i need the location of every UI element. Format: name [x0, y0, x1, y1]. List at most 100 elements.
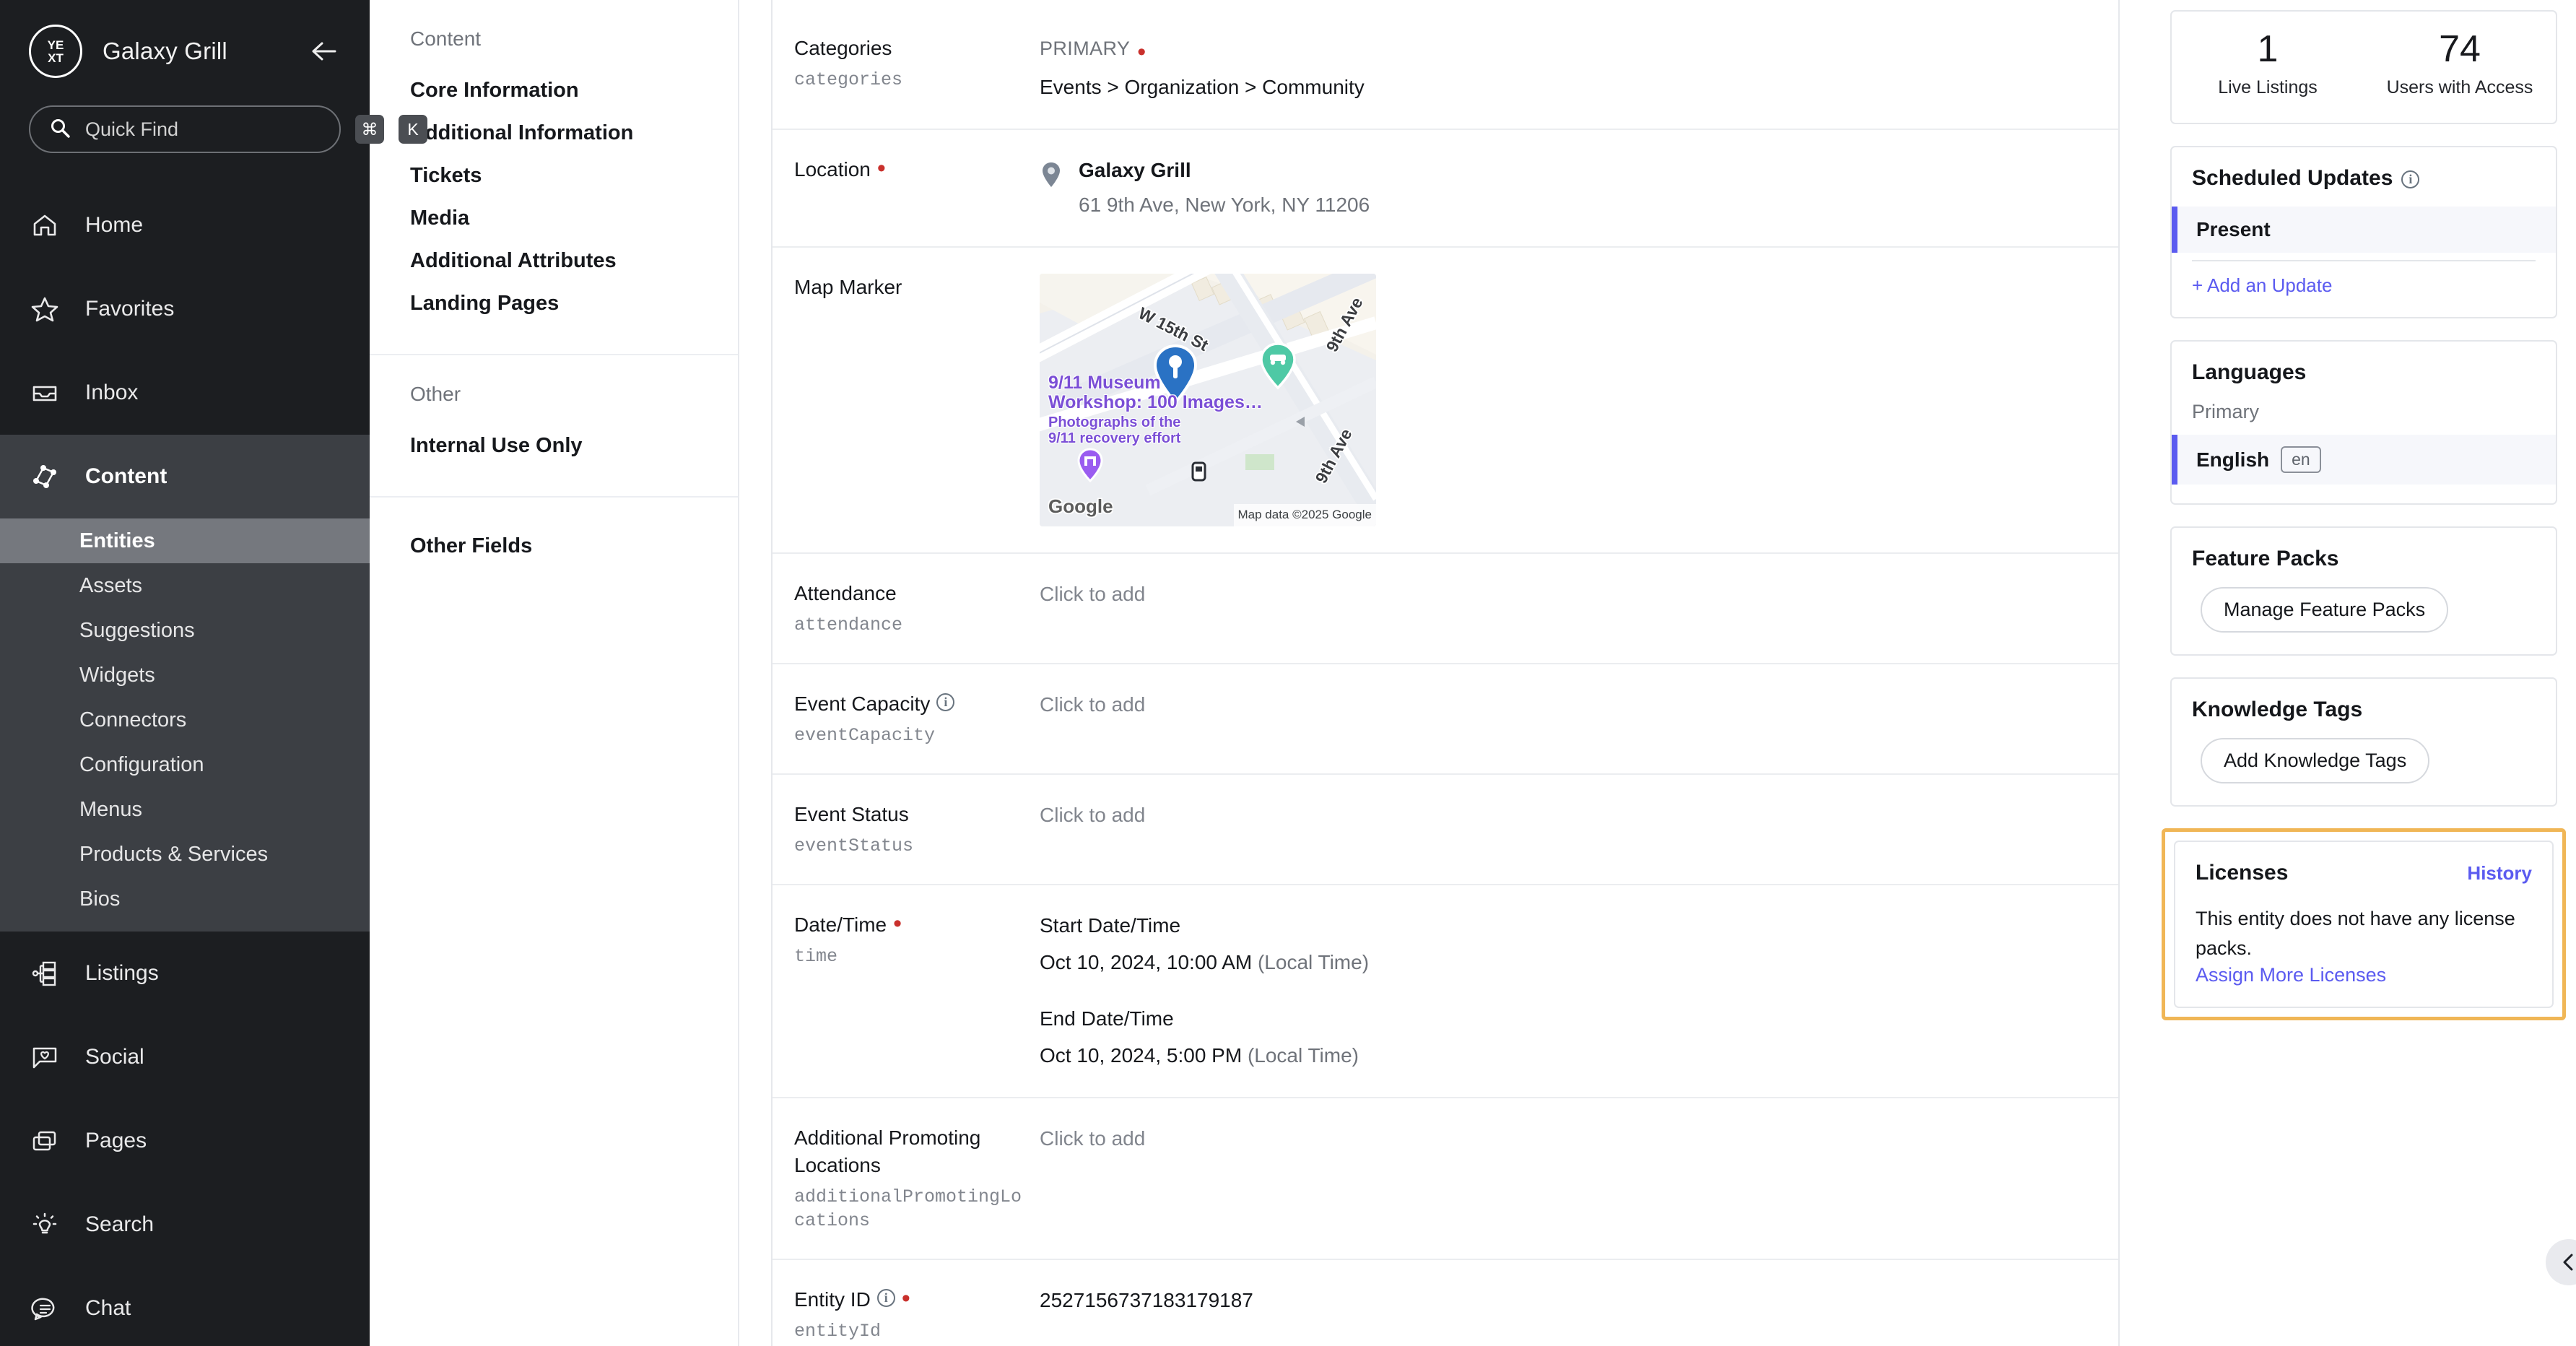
field-value-block[interactable]: 2527156737183179187: [1040, 1286, 2094, 1343]
sidebar-item-inbox[interactable]: Inbox: [0, 351, 370, 435]
sidebar-item-configuration[interactable]: Configuration: [0, 742, 370, 787]
secnav-item-landing-pages[interactable]: Landing Pages: [370, 282, 738, 325]
secnav-item-other-fields[interactable]: Other Fields: [370, 525, 738, 568]
entity-editor-main: Categories categories PRIMARY • Events >…: [739, 0, 2151, 1346]
field-label: Event Status: [794, 803, 909, 826]
assign-more-licenses-link[interactable]: Assign More Licenses: [2175, 964, 2552, 1007]
panel-title-text: Knowledge Tags: [2192, 698, 2363, 722]
required-dot: •: [893, 910, 902, 938]
panel-title: Feature Packs: [2172, 528, 2556, 587]
add-knowledge-tags-button[interactable]: Add Knowledge Tags: [2201, 738, 2430, 784]
info-icon[interactable]: i: [876, 1288, 895, 1307]
subnav-label: Menus: [79, 797, 143, 821]
core-information-card: Categories categories PRIMARY • Events >…: [771, 9, 2120, 1346]
info-icon[interactable]: i: [2401, 170, 2420, 188]
secnav-item-tickets[interactable]: Tickets: [370, 155, 738, 197]
sidebar-item-pages[interactable]: Pages: [0, 1099, 370, 1183]
arrow-left-icon[interactable]: [308, 35, 341, 68]
sidebar-item-menus[interactable]: Menus: [0, 787, 370, 832]
click-to-add[interactable]: Click to add: [1040, 1127, 1145, 1150]
svg-text:XT: XT: [48, 51, 64, 65]
sidebar-item-bios[interactable]: Bios: [0, 877, 370, 921]
quick-find[interactable]: ⌘ K: [29, 105, 427, 153]
field-value-block[interactable]: Click to add: [1040, 580, 2094, 637]
sidebar-item-label: Pages: [85, 1129, 147, 1152]
field-value-block[interactable]: Click to add: [1040, 690, 2094, 747]
field-value-block[interactable]: Click to add: [1040, 801, 2094, 858]
sidebar-item-label: Listings: [85, 961, 159, 985]
field-label-block: Event Status eventStatus: [794, 801, 1040, 858]
field-value-block[interactable]: W 15th St 9th Ave 9th Ave 9/11 Museum Wo…: [1040, 273, 2094, 526]
info-icon[interactable]: i: [936, 693, 955, 711]
licenses-empty-message: This entity does not have any license pa…: [2196, 908, 2515, 959]
field-row-categories: Categories categories PRIMARY • Events >…: [773, 9, 2118, 129]
licenses-history-link[interactable]: History: [2467, 862, 2532, 885]
sidebar-item-assets[interactable]: Assets: [0, 563, 370, 608]
sidebar-item-content[interactable]: Content: [0, 435, 370, 518]
sidebar-item-search[interactable]: Search: [0, 1183, 370, 1267]
sidebar-item-chat[interactable]: Chat: [0, 1267, 370, 1346]
manage-feature-packs-button[interactable]: Manage Feature Packs: [2201, 587, 2449, 633]
click-to-add[interactable]: Click to add: [1040, 693, 1145, 716]
categories-value[interactable]: Events > Organization > Community: [1040, 73, 2094, 103]
sidebar-item-products-services[interactable]: Products & Services: [0, 832, 370, 877]
field-value-block[interactable]: PRIMARY • Events > Organization > Commun…: [1040, 35, 2094, 103]
sidebar-item-home[interactable]: Home: [0, 183, 370, 267]
licenses-panel: Licenses History This entity does not ha…: [2174, 841, 2554, 1009]
map-preview[interactable]: W 15th St 9th Ave 9th Ave 9/11 Museum Wo…: [1040, 273, 1376, 526]
field-api-name: attendance: [794, 615, 903, 635]
field-api-name: eventStatus: [794, 835, 914, 857]
start-datetime-value[interactable]: Oct 10, 2024, 10:00 AM: [1040, 951, 1252, 973]
chevron-left-icon[interactable]: [2546, 1239, 2576, 1285]
field-value-block[interactable]: Start Date/Time Oct 10, 2024, 10:00 AM (…: [1040, 911, 2094, 1070]
stat-label: Users with Access: [2386, 77, 2533, 98]
primary-sidebar: YE XT Galaxy Grill ⌘ K: [0, 0, 427, 1346]
entity-id-value[interactable]: 2527156737183179187: [1040, 1289, 1253, 1311]
field-api-name: eventCapacity: [794, 725, 936, 747]
stat-value: 74: [2439, 28, 2481, 70]
map-attribution: Map data ©2025 Google: [1233, 504, 1376, 526]
field-label: Additional Promoting Locations: [794, 1126, 981, 1176]
panel-title: Knowledge Tags: [2172, 679, 2556, 738]
field-api-name: categories: [794, 69, 903, 91]
scheduled-update-present[interactable]: Present: [2172, 207, 2556, 253]
search-input[interactable]: [85, 118, 341, 141]
primary-label-text: PRIMARY: [1040, 38, 1131, 59]
add-update-link[interactable]: + Add an Update: [2192, 274, 2332, 296]
field-row-entity-id: Entity ID i • entityId 25271567371831791…: [773, 1258, 2118, 1346]
secnav-item-core-information[interactable]: Core Information: [370, 69, 738, 112]
languages-panel: Languages Primary English en: [2170, 340, 2557, 505]
sidebar-item-connectors[interactable]: Connectors: [0, 698, 370, 742]
panel-title: Scheduled Updates i: [2172, 147, 2556, 207]
sidebar-item-entities[interactable]: Entities: [0, 518, 370, 563]
sidebar-item-favorites[interactable]: Favorites: [0, 267, 370, 351]
field-value-block[interactable]: Galaxy Grill 61 9th Ave, New York, NY 11…: [1040, 156, 2094, 220]
secnav-item-additional-attributes[interactable]: Additional Attributes: [370, 240, 738, 282]
click-to-add[interactable]: Click to add: [1040, 804, 1145, 826]
sidebar-item-listings[interactable]: Listings: [0, 932, 370, 1015]
click-to-add[interactable]: Click to add: [1040, 583, 1145, 605]
secnav-item-internal-use-only[interactable]: Internal Use Only: [370, 425, 738, 467]
sidebar-item-label: Favorites: [85, 297, 175, 321]
sidebar-item-label: Social: [85, 1045, 144, 1069]
secnav-group-content: Content Core Information Additional Info…: [370, 0, 738, 354]
yext-logo-icon: YE XT: [29, 25, 82, 78]
sidebar-item-social[interactable]: Social: [0, 1015, 370, 1099]
end-datetime-value-wrap[interactable]: Oct 10, 2024, 5:00 PM (Local Time): [1040, 1041, 2094, 1071]
sidebar-item-widgets[interactable]: Widgets: [0, 653, 370, 698]
panel-title: Languages: [2172, 342, 2556, 401]
secnav-item-media[interactable]: Media: [370, 197, 738, 240]
field-value-block[interactable]: Click to add: [1040, 1124, 2094, 1233]
language-english[interactable]: English en: [2172, 435, 2556, 485]
inbox-icon: [29, 377, 61, 409]
panel-title-text: Scheduled Updates: [2192, 166, 2393, 191]
knowledge-tags-panel: Knowledge Tags Add Knowledge Tags: [2170, 677, 2557, 807]
sidebar-item-label: Home: [85, 213, 144, 237]
start-datetime-value-wrap[interactable]: Oct 10, 2024, 10:00 AM (Local Time): [1040, 948, 2094, 978]
secnav-group-other: Other Internal Use Only: [370, 354, 738, 496]
search-icon: [49, 117, 71, 142]
sidebar-item-suggestions[interactable]: Suggestions: [0, 608, 370, 653]
field-row-event-capacity: Event Capacity i eventCapacity Click to …: [773, 663, 2118, 773]
end-datetime-value[interactable]: Oct 10, 2024, 5:00 PM: [1040, 1044, 1242, 1067]
field-row-additional-promoting-locations: Additional Promoting Locations additiona…: [773, 1096, 2118, 1259]
